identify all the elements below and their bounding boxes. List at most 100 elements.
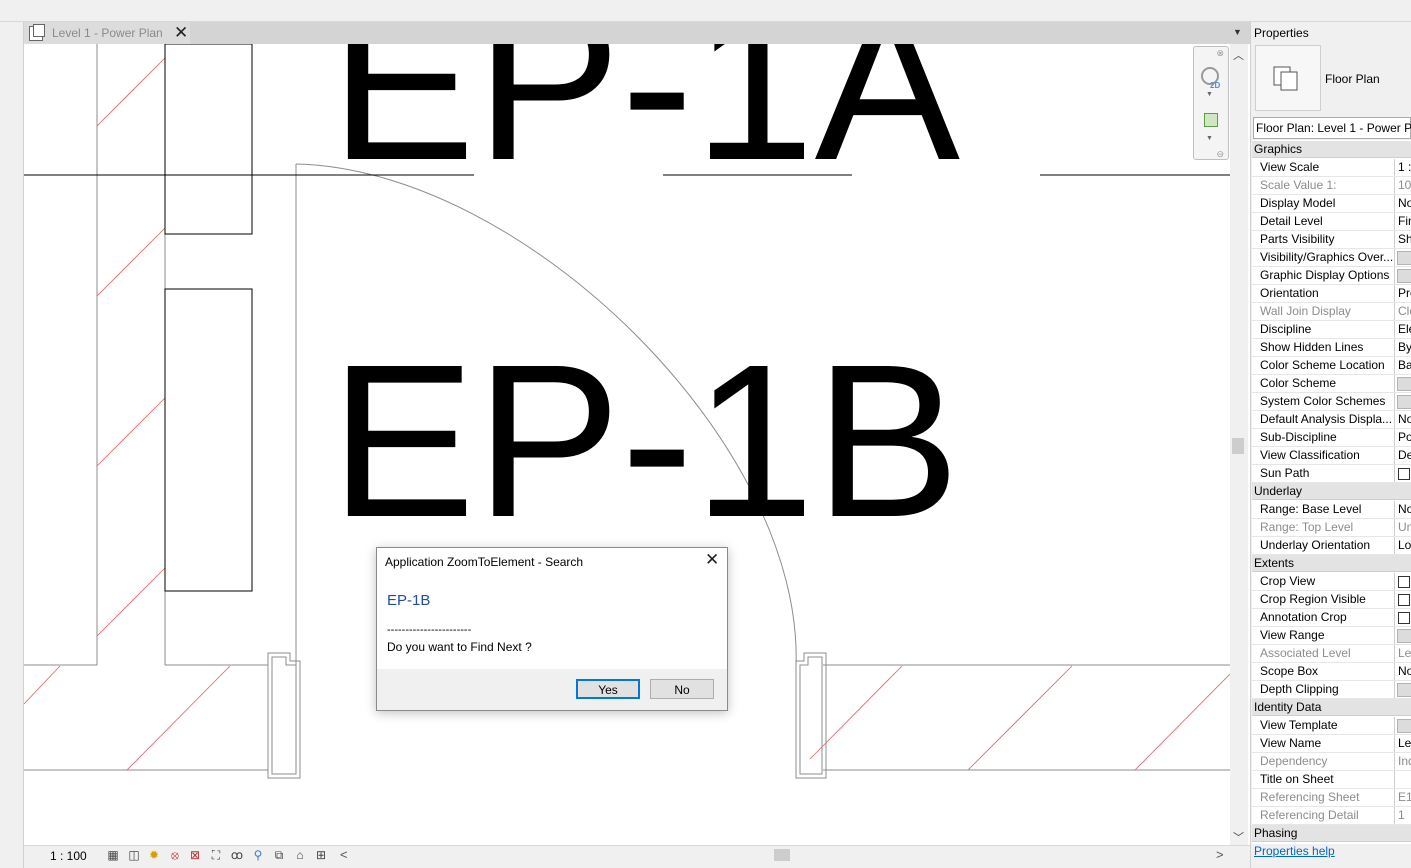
scroll-right-icon[interactable]: > <box>1216 847 1224 862</box>
property-value[interactable]: Project North <box>1394 285 1411 302</box>
property-row[interactable]: Visibility/Graphics Over... <box>1252 249 1411 267</box>
property-name: Crop View <box>1260 574 1316 588</box>
properties-grid: Graphics View Scale 1 : 100 Scale Value 1: 1… <box>1252 140 1411 844</box>
tag-ep-1a[interactable]: EP-1A <box>330 44 960 206</box>
tag-ep-1b[interactable]: EP-1B <box>330 320 960 563</box>
property-row[interactable]: View Name Level 1 - Power Plan <box>1252 735 1411 753</box>
navbar-options-icon[interactable]: ⊖ <box>1216 149 1224 160</box>
property-value[interactable]: None <box>1394 663 1411 680</box>
scroll-left-icon[interactable]: < <box>340 847 348 862</box>
property-value[interactable]: None <box>1394 411 1411 428</box>
property-row[interactable]: View Range <box>1252 627 1411 645</box>
close-icon[interactable]: ✕ <box>174 23 188 43</box>
tab-menu-dropdown-icon[interactable]: ▼ <box>1233 27 1243 37</box>
analytical-model-icon[interactable]: ⊞ <box>314 848 328 862</box>
property-value[interactable]: By Discipline <box>1394 339 1411 356</box>
instance-selector-label: Floor Plan: Level 1 - Power Plan <box>1256 121 1411 135</box>
property-edit-button[interactable] <box>1394 717 1411 734</box>
property-value[interactable]: Background <box>1394 357 1411 374</box>
property-edit-button[interactable] <box>1394 681 1411 698</box>
property-row[interactable]: Sub-Discipline Power <box>1252 429 1411 447</box>
property-value[interactable]: Power <box>1394 429 1411 446</box>
unlock-3d-icon[interactable]: ꝏ <box>230 848 244 862</box>
instance-selector[interactable]: Floor Plan: Level 1 - Power Plan <box>1253 117 1411 139</box>
property-row[interactable]: Display Model Normal <box>1252 195 1411 213</box>
show-crop-region-icon[interactable]: ⛶ <box>209 848 223 862</box>
zoom-region-icon[interactable] <box>1204 113 1218 127</box>
property-row[interactable]: Crop Region Visible <box>1252 591 1411 609</box>
property-name: Visibility/Graphics Over... <box>1260 250 1394 264</box>
property-row[interactable]: Detail Level Fine <box>1252 213 1411 231</box>
shadows-icon[interactable]: ⦻ <box>168 848 182 862</box>
property-edit-button[interactable] <box>1394 267 1411 284</box>
property-edit-button[interactable] <box>1394 627 1411 644</box>
vertical-scrollbar[interactable]: ︿ ﹀ <box>1230 44 1248 845</box>
property-checkbox[interactable] <box>1394 609 1411 626</box>
property-row[interactable]: Graphic Display Options <box>1252 267 1411 285</box>
property-value[interactable]: Look down <box>1394 537 1411 554</box>
property-row[interactable]: Color Scheme Location Background <box>1252 357 1411 375</box>
property-value[interactable]: Design <box>1394 447 1411 464</box>
category-phasing[interactable]: Phasing <box>1252 825 1411 842</box>
property-value[interactable]: Fine <box>1394 213 1411 230</box>
category-underlay[interactable]: Underlay <box>1252 483 1411 500</box>
property-row[interactable]: Color Scheme <box>1252 375 1411 393</box>
property-row[interactable]: View Classification Design <box>1252 447 1411 465</box>
properties-help-link[interactable]: Properties help <box>1254 844 1335 858</box>
property-checkbox[interactable] <box>1394 573 1411 590</box>
property-row[interactable]: View Scale 1 : 100 <box>1252 159 1411 177</box>
property-row[interactable]: Title on Sheet <box>1252 771 1411 789</box>
property-value[interactable]: Level 1 - Power Plan <box>1394 735 1411 752</box>
property-row[interactable]: Show Hidden Lines By Discipline <box>1252 339 1411 357</box>
scroll-up-icon[interactable]: ︿ <box>1233 47 1244 63</box>
property-row[interactable]: Default Analysis Displa...None <box>1252 411 1411 429</box>
property-row[interactable]: Parts Visibility Show Original <box>1252 231 1411 249</box>
horizontal-scroll-thumb[interactable] <box>774 849 790 861</box>
property-value[interactable]: None <box>1394 501 1411 518</box>
chevron-down-icon[interactable]: ▼ <box>1206 135 1213 142</box>
property-edit-button[interactable] <box>1394 393 1411 410</box>
floor-plan-drawing: EP-1A EP-1B <box>24 44 1230 779</box>
scroll-down-icon[interactable]: ﹀ <box>1233 829 1244 845</box>
category-identity-data[interactable]: Identity Data <box>1252 699 1411 716</box>
property-row[interactable]: Range: Base Level None <box>1252 501 1411 519</box>
property-value[interactable]: 1 : 100 <box>1394 159 1411 176</box>
property-row[interactable]: Depth Clipping <box>1252 681 1411 699</box>
scroll-thumb[interactable] <box>1232 438 1244 454</box>
property-row[interactable]: Sun Path <box>1252 465 1411 483</box>
property-row[interactable]: Annotation Crop <box>1252 609 1411 627</box>
property-row[interactable]: Underlay Orientation Look down <box>1252 537 1411 555</box>
property-edit-button[interactable] <box>1394 249 1411 266</box>
crop-view-icon[interactable]: ⊠ <box>188 848 202 862</box>
property-row[interactable]: View Template <box>1252 717 1411 735</box>
navbar-close-icon[interactable]: ⊗ <box>1216 48 1224 59</box>
property-edit-button[interactable] <box>1394 375 1411 392</box>
temporary-hide-icon[interactable]: ⚲ <box>251 848 265 862</box>
chevron-down-icon[interactable]: ▼ <box>1206 91 1213 98</box>
property-row[interactable]: Crop View <box>1252 573 1411 591</box>
property-value[interactable]: Show Original <box>1394 231 1411 248</box>
property-name: View Range <box>1260 628 1325 642</box>
property-checkbox[interactable] <box>1394 465 1411 482</box>
property-checkbox[interactable] <box>1394 591 1411 608</box>
property-value[interactable] <box>1394 771 1411 788</box>
reveal-hidden-icon[interactable]: ⧉ <box>272 848 286 862</box>
drawing-canvas[interactable]: EP-1A EP-1B <box>24 44 1230 845</box>
yes-button[interactable]: Yes <box>576 679 640 699</box>
property-row[interactable]: System Color Schemes <box>1252 393 1411 411</box>
close-icon[interactable]: ✕ <box>705 550 719 570</box>
no-button[interactable]: No <box>650 679 714 699</box>
view-scale-button[interactable]: 1 : 100 <box>50 849 87 863</box>
property-row[interactable]: Scope Box None <box>1252 663 1411 681</box>
property-row[interactable]: Orientation Project North <box>1252 285 1411 303</box>
detail-level-icon[interactable]: ▦ <box>106 848 120 862</box>
view-tab-level1-power-plan[interactable]: Level 1 - Power Plan ✕ <box>24 22 190 44</box>
visual-style-icon[interactable]: ◫ <box>127 848 141 862</box>
worksharing-icon[interactable]: ⌂ <box>293 848 307 862</box>
category-extents[interactable]: Extents <box>1252 555 1411 572</box>
category-graphics[interactable]: Graphics <box>1252 141 1411 158</box>
property-row[interactable]: Discipline Electrical <box>1252 321 1411 339</box>
property-value[interactable]: Electrical <box>1394 321 1411 338</box>
sun-path-icon[interactable]: ✹ <box>147 848 161 862</box>
property-value[interactable]: Normal <box>1394 195 1411 212</box>
